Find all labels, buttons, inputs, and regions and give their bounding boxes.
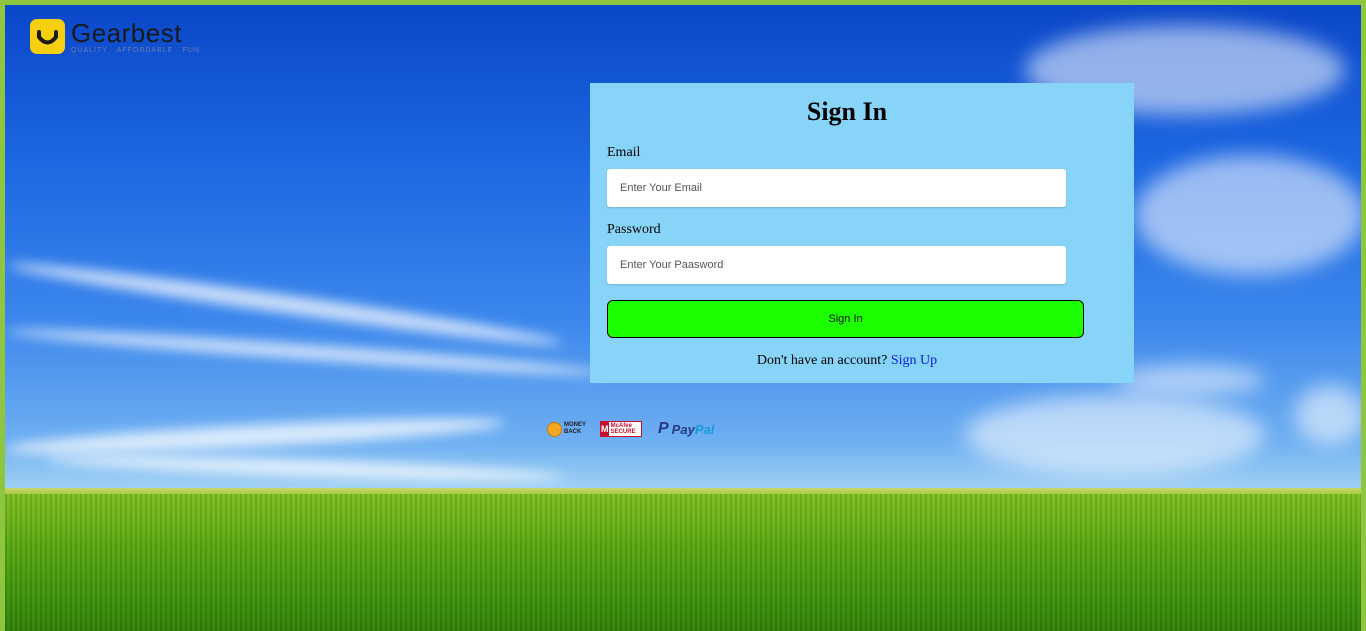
sign-in-button[interactable]: Sign In: [607, 300, 1084, 338]
trust-badges: MONEY BACK M McAfee SECURE P Pay Pal: [547, 420, 730, 438]
mcafee-text: McAfee SECURE: [610, 423, 636, 435]
money-back-text: MONEY BACK: [564, 422, 586, 435]
money-back-badge: MONEY BACK: [547, 421, 586, 437]
signup-row: Don't have an account? Sign Up: [590, 353, 1104, 369]
email-field[interactable]: [607, 169, 1066, 207]
grass-field: [5, 494, 1361, 631]
paypal-pay: Pay: [671, 421, 695, 437]
cloud-streak: [44, 450, 566, 486]
password-field[interactable]: [607, 246, 1066, 284]
paypal-badge: P Pay Pal: [658, 420, 714, 438]
page-background: Gearbest QUALITY · AFFORDABLE · FUN Sign…: [5, 5, 1361, 631]
sign-up-link[interactable]: Sign Up: [891, 353, 937, 368]
signup-prompt: Don't have an account?: [756, 353, 888, 368]
email-label: Email: [607, 145, 641, 160]
cloud: [1295, 385, 1361, 445]
smile-logo-icon: [30, 19, 65, 54]
brand-tagline: QUALITY · AFFORDABLE · FUN: [71, 46, 200, 54]
coin-icon: [547, 421, 562, 437]
cloud: [1115, 365, 1265, 395]
cloud: [965, 395, 1265, 475]
paypal-pal: Pal: [694, 421, 715, 437]
paypal-icon: P: [658, 420, 669, 437]
cloud: [1135, 155, 1361, 275]
password-label: Password: [607, 222, 661, 237]
sign-in-panel: Sign In Email Password Sign In Don't hav…: [590, 83, 1134, 383]
brand-name: Gearbest: [71, 17, 182, 48]
cloud-streak: [5, 411, 506, 461]
page-title: Sign In: [806, 97, 888, 126]
shield-icon: M: [601, 422, 609, 436]
gearbest-logo[interactable]: Gearbest QUALITY · AFFORDABLE · FUN: [30, 19, 200, 54]
mcafee-badge: M McAfee SECURE: [600, 421, 642, 437]
